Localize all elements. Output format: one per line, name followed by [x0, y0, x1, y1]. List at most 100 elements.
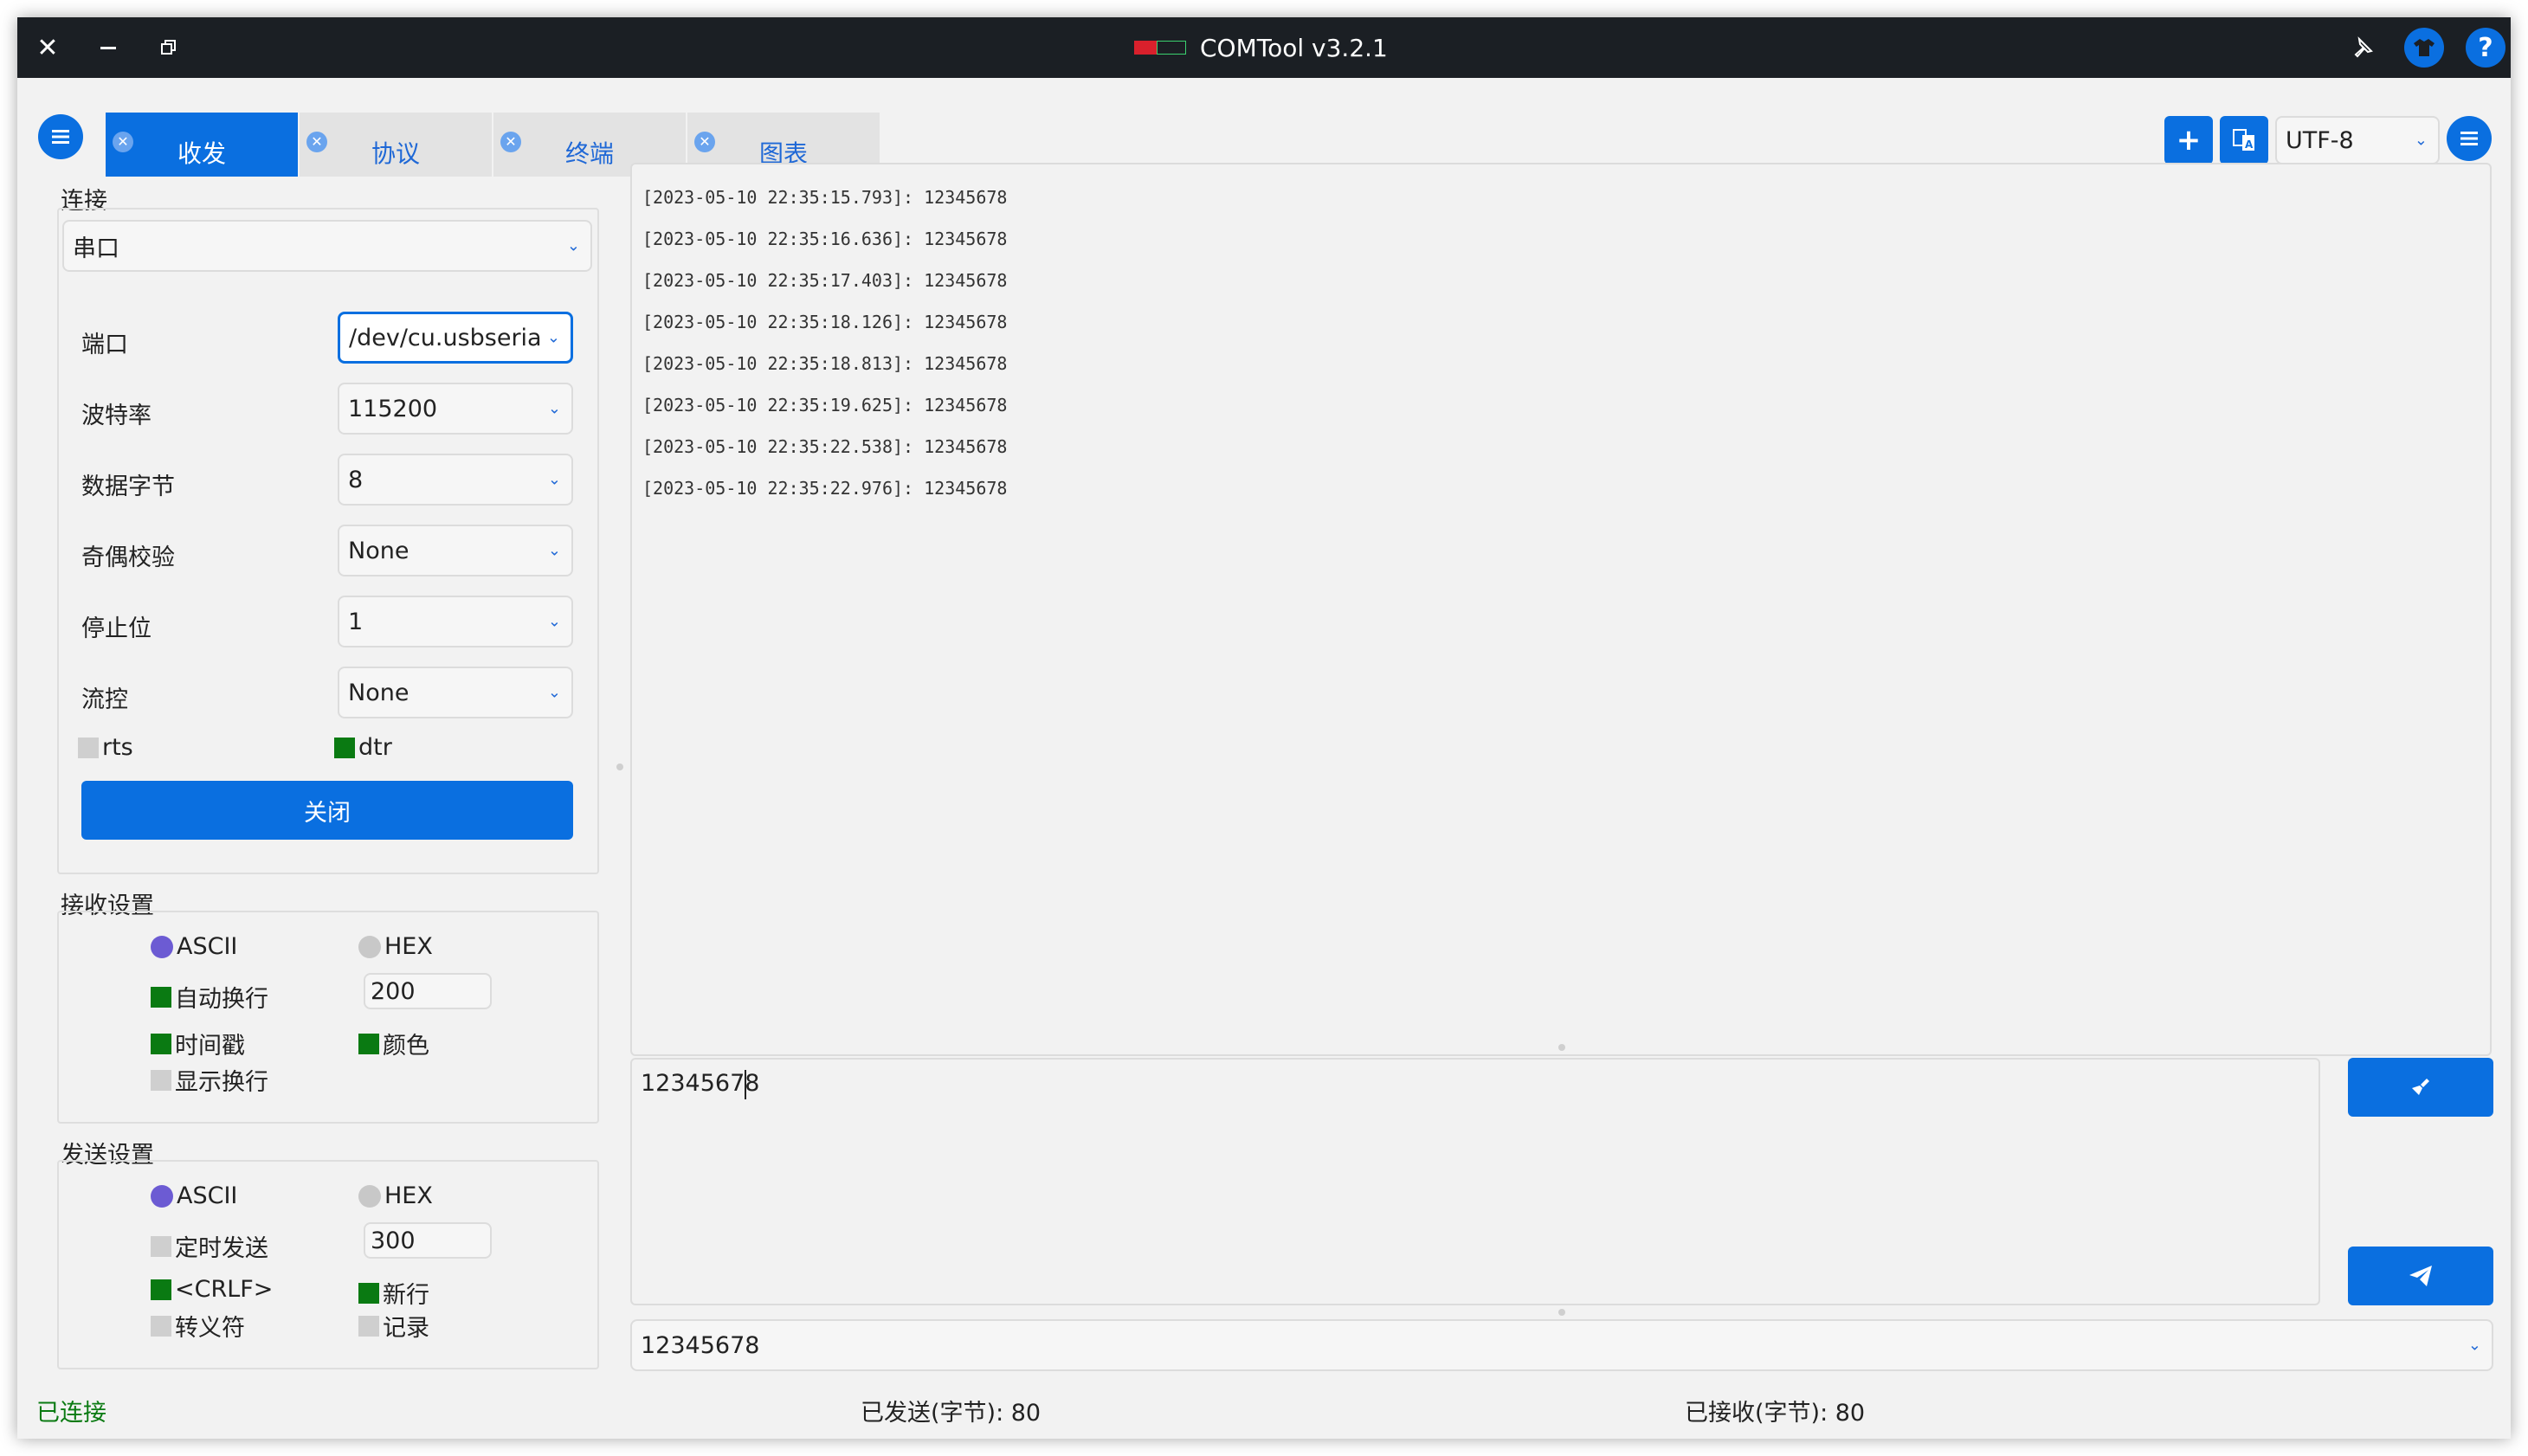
radio-label: HEX [384, 933, 433, 960]
clear-button[interactable] [2348, 1058, 2493, 1117]
baudrate-select[interactable]: 115200 ⌄ [338, 383, 573, 435]
radio-dot [358, 935, 381, 958]
send-history-select[interactable]: 12345678 ⌄ [630, 1319, 2493, 1371]
radio-dot [151, 935, 173, 958]
pin-icon[interactable] [2341, 26, 2384, 69]
log-line: [2023-05-10 22:35:18.813]: 12345678 [642, 353, 1008, 374]
log-line: [2023-05-10 22:35:19.625]: 12345678 [642, 395, 1008, 416]
help-icon[interactable]: ? [2464, 26, 2507, 69]
send-history-value: 12345678 [641, 1331, 760, 1359]
receive-ascii-radio[interactable]: ASCII [151, 933, 237, 960]
baudrate-value: 115200 [348, 395, 438, 422]
close-icon[interactable]: ✕ [26, 26, 69, 69]
crlf-checkbox[interactable]: <CRLF> [151, 1276, 273, 1303]
connection-type-select[interactable]: 串口 ⌄ [62, 220, 592, 272]
send-hex-radio[interactable]: HEX [358, 1182, 433, 1209]
receive-settings-group [57, 911, 599, 1124]
show-newline-checkbox[interactable]: 显示换行 [151, 1063, 268, 1097]
checkbox-box [151, 1279, 171, 1300]
timestamp-checkbox[interactable]: 时间戳 [151, 1027, 245, 1060]
receive-text-area[interactable]: [2023-05-10 22:35:15.793]: 12345678 [202… [630, 163, 2492, 1056]
chevron-down-icon: ⌄ [547, 612, 561, 631]
app-logo-icon [1134, 41, 1186, 55]
title-bar: ✕ COMTool v3.2.1 ? [17, 17, 2511, 78]
paper-plane-icon [2409, 1266, 2432, 1286]
chevron-down-icon: ⌄ [547, 470, 561, 489]
splitter-handle[interactable] [1558, 1044, 1565, 1051]
add-plugin-button[interactable]: + [2164, 116, 2213, 164]
tshirt-icon[interactable] [2402, 26, 2446, 69]
log-line: [2023-05-10 22:35:18.126]: 12345678 [642, 312, 1008, 332]
checkbox-label: 定时发送 [175, 1235, 268, 1262]
timer-interval-input[interactable]: 300 [364, 1222, 492, 1259]
checkbox-box [358, 1282, 379, 1304]
checkbox-label: 时间戳 [175, 1033, 245, 1060]
tab-label: 协议 [371, 139, 420, 168]
radio-label: ASCII [177, 933, 238, 960]
checkbox-label: 记录 [383, 1315, 429, 1342]
tab-label: 收发 [177, 139, 226, 168]
checkbox-box [151, 1235, 171, 1257]
send-text-area[interactable]: 12345678 [630, 1058, 2320, 1305]
checkbox-label: 颜色 [383, 1033, 429, 1060]
auto-wrap-input[interactable]: 200 [364, 973, 492, 1009]
checkbox-box [358, 1033, 379, 1054]
tab-send-receive[interactable]: ✕ 收发 [106, 113, 298, 177]
checkbox-box [151, 1069, 171, 1091]
stopbits-value: 1 [348, 608, 364, 635]
rts-checkbox[interactable]: rts [78, 734, 133, 761]
log-line: [2023-05-10 22:35:16.636]: 12345678 [642, 229, 1008, 249]
dtr-label: dtr [358, 734, 392, 761]
newline-checkbox[interactable]: 新行 [358, 1276, 429, 1310]
splitter-handle[interactable] [616, 763, 623, 770]
auto-wrap-checkbox[interactable]: 自动换行 [151, 980, 268, 1014]
databits-select[interactable]: 8 ⌄ [338, 454, 573, 506]
chevron-down-icon: ⌄ [547, 399, 561, 418]
record-checkbox[interactable]: 记录 [358, 1309, 429, 1343]
restore-icon[interactable] [147, 26, 190, 69]
color-checkbox[interactable]: 颜色 [358, 1027, 429, 1060]
flowcontrol-select[interactable]: None ⌄ [338, 667, 573, 718]
main-menu-icon[interactable] [38, 114, 83, 159]
radio-dot [358, 1184, 381, 1208]
send-button[interactable] [2348, 1247, 2493, 1305]
radio-label: HEX [384, 1182, 433, 1209]
connection-type-value: 串口 [73, 235, 119, 262]
window-title: COMTool v3.2.1 [1200, 33, 1388, 62]
translate-button[interactable]: A [2220, 116, 2268, 164]
radio-label: ASCII [177, 1182, 238, 1209]
parity-value: None [348, 537, 410, 564]
chevron-down-icon: ⌄ [2467, 1336, 2481, 1355]
dtr-checkbox[interactable]: dtr [334, 734, 392, 761]
chevron-down-icon: ⌄ [566, 236, 580, 255]
sent-bytes-status: 已发送(字节): 80 [861, 1400, 1042, 1427]
checkbox-label: 自动换行 [175, 986, 268, 1013]
receive-hex-radio[interactable]: HEX [358, 933, 433, 960]
checkbox-label: <CRLF> [175, 1276, 274, 1303]
chevron-down-icon: ⌄ [547, 683, 561, 702]
stopbits-select[interactable]: 1 ⌄ [338, 596, 573, 647]
radio-dot [151, 1184, 173, 1208]
checkbox-label: 显示换行 [175, 1069, 268, 1096]
checkbox-box [151, 986, 171, 1008]
settings-menu-icon[interactable] [2447, 116, 2492, 161]
tab-protocol[interactable]: ✕ 协议 [300, 113, 492, 177]
parity-select[interactable]: None ⌄ [338, 525, 573, 577]
checkbox-box [151, 1033, 171, 1054]
close-connection-button[interactable]: 关闭 [81, 781, 573, 840]
encoding-select[interactable]: UTF-8 ⌄ [2275, 116, 2440, 164]
parity-label: 奇偶校验 [81, 544, 175, 571]
port-select[interactable]: /dev/cu.usbseria ⌄ [338, 312, 573, 364]
chevron-down-icon: ⌄ [2414, 131, 2428, 150]
checkbox-box [334, 737, 355, 758]
splitter-handle[interactable] [1558, 1309, 1565, 1316]
baudrate-label: 波特率 [81, 403, 152, 429]
escape-checkbox[interactable]: 转义符 [151, 1309, 245, 1343]
timer-send-checkbox[interactable]: 定时发送 [151, 1229, 268, 1263]
checkbox-label: 转义符 [175, 1315, 245, 1342]
send-text: 12345678 [641, 1070, 760, 1097]
checkbox-box [78, 737, 99, 758]
send-ascii-radio[interactable]: ASCII [151, 1182, 237, 1209]
minimize-icon[interactable] [87, 26, 130, 69]
translate-icon: A [2233, 129, 2254, 151]
